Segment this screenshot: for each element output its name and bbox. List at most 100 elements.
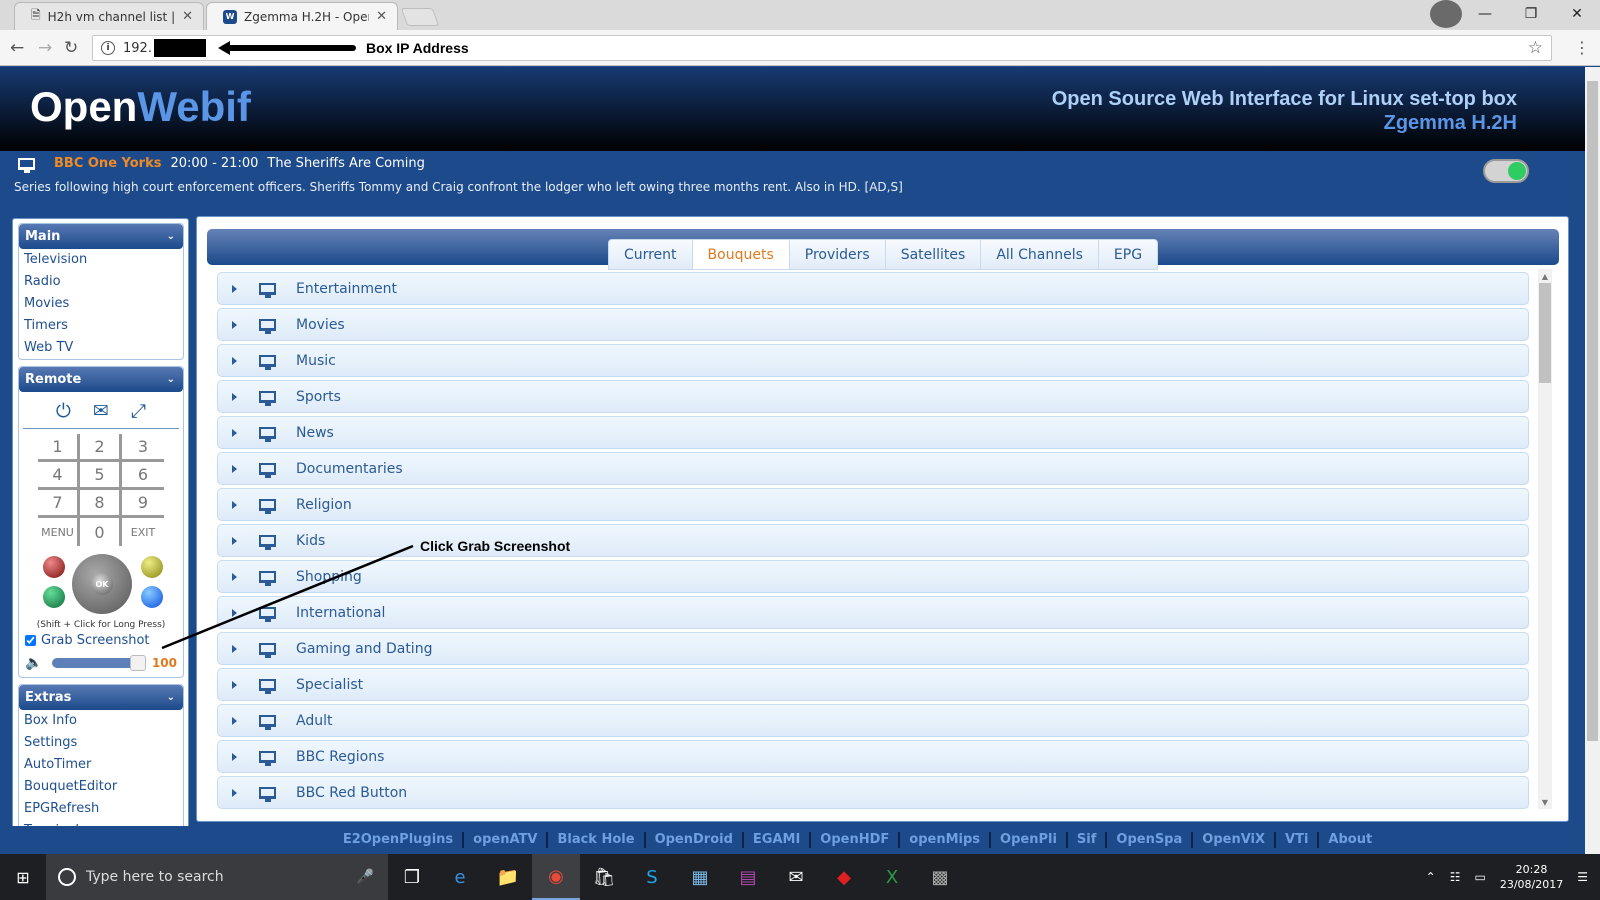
app-icon[interactable]: ▦ xyxy=(676,854,724,900)
expand-arrow-icon[interactable] xyxy=(232,788,237,797)
expand-arrow-icon[interactable] xyxy=(232,320,237,329)
key-5[interactable]: 5 xyxy=(80,462,122,490)
volume-thumb[interactable] xyxy=(129,655,146,671)
mail-icon[interactable]: ✉ xyxy=(93,400,109,422)
list-scrollbar[interactable]: ▲ ▼ xyxy=(1538,269,1552,809)
expand-arrow-icon[interactable] xyxy=(232,428,237,437)
file-explorer-icon[interactable]: 📁 xyxy=(484,854,532,900)
close-window-icon[interactable]: ✕ xyxy=(1554,0,1600,28)
close-tab-icon[interactable]: ✕ xyxy=(376,9,387,24)
bouquet-row[interactable]: BBC Regions xyxy=(217,740,1529,773)
sidebar-item-autotimer[interactable]: AutoTimer xyxy=(19,754,183,776)
close-tab-icon[interactable]: ✕ xyxy=(182,9,193,24)
forward-icon[interactable]: → xyxy=(38,38,52,58)
taskbar-clock[interactable]: 20:28 23/08/2017 xyxy=(1500,862,1563,892)
scroll-up-icon[interactable]: ▲ xyxy=(1538,269,1552,283)
grab-screenshot-checkbox[interactable] xyxy=(25,635,36,646)
sidebar-item-box-info[interactable]: Box Info xyxy=(19,710,183,732)
bookmark-star-icon[interactable]: ☆ xyxy=(1528,38,1543,58)
back-icon[interactable]: ← xyxy=(10,38,24,58)
footer-link[interactable]: OpenViX xyxy=(1193,832,1277,848)
sidebar-item-web-tv[interactable]: Web TV xyxy=(19,337,183,359)
green-button[interactable] xyxy=(43,586,65,608)
scroll-thumb[interactable] xyxy=(1539,283,1551,383)
expand-arrow-icon[interactable] xyxy=(232,536,237,545)
expand-arrow-icon[interactable] xyxy=(232,284,237,293)
tab-all-channels[interactable]: All Channels xyxy=(980,239,1098,270)
expand-arrow-icon[interactable] xyxy=(232,644,237,653)
power-icon[interactable]: ⏻ xyxy=(56,400,71,422)
expand-arrow-icon[interactable] xyxy=(232,680,237,689)
expand-arrow-icon[interactable] xyxy=(232,392,237,401)
bouquet-row[interactable]: Adult xyxy=(217,704,1529,737)
page-scroll-thumb[interactable] xyxy=(1587,81,1598,741)
red-app-icon[interactable]: ◆ xyxy=(820,854,868,900)
skype-icon[interactable]: S xyxy=(628,854,676,900)
bouquet-row[interactable]: Shopping xyxy=(217,560,1529,593)
windows-start-icon[interactable]: ⊞ xyxy=(0,854,46,900)
bouquet-row[interactable]: Entertainment xyxy=(217,272,1529,305)
blue-button[interactable] xyxy=(141,586,163,608)
key-6[interactable]: 6 xyxy=(122,462,164,490)
footer-link[interactable]: OpenHDF xyxy=(811,832,901,848)
footer-link[interactable]: OpenDroid xyxy=(646,832,744,848)
sidebar-item-epgrefresh[interactable]: EPGRefresh xyxy=(19,798,183,820)
footer-link[interactable]: Sif xyxy=(1068,832,1108,848)
browser-tab[interactable]: 🗎 H2h vm channel list | Tec ✕ xyxy=(14,2,204,30)
key-9[interactable]: 9 xyxy=(122,490,164,518)
scroll-down-icon[interactable]: ▼ xyxy=(1538,795,1552,809)
expand-arrow-icon[interactable] xyxy=(232,572,237,581)
browser-tab-active[interactable]: W Zgemma H.2H - OpenWe ✕ xyxy=(206,2,398,30)
channel-name[interactable]: BBC One Yorks xyxy=(54,156,161,171)
notifications-icon[interactable]: ☰ xyxy=(1577,870,1588,884)
footer-link[interactable]: openATV xyxy=(464,832,549,848)
tab-satellites[interactable]: Satellites xyxy=(884,239,981,270)
excel-icon[interactable]: X xyxy=(868,854,916,900)
task-view-icon[interactable]: ❐ xyxy=(388,854,436,900)
sidebar-item-timers[interactable]: Timers xyxy=(19,315,183,337)
expand-arrow-icon[interactable] xyxy=(232,356,237,365)
key-exit[interactable]: EXIT xyxy=(122,518,164,546)
bouquet-row[interactable]: Religion xyxy=(217,488,1529,521)
bouquet-row[interactable]: News xyxy=(217,416,1529,449)
grab-screenshot-label[interactable]: Grab Screenshot xyxy=(41,633,150,648)
sidebar-item-settings[interactable]: Settings xyxy=(19,732,183,754)
browser-menu-icon[interactable]: ⋮ xyxy=(1574,38,1590,57)
expand-arrow-icon[interactable] xyxy=(232,464,237,473)
tab-bouquets[interactable]: Bouquets xyxy=(691,239,789,270)
bouquet-row[interactable]: Gaming and Dating xyxy=(217,632,1529,665)
bouquet-row[interactable]: International xyxy=(217,596,1529,629)
key-0[interactable]: 0 xyxy=(80,518,122,546)
chrome-icon[interactable]: ◉ xyxy=(532,854,580,900)
footer-link[interactable]: EGAMI xyxy=(744,832,812,848)
speaker-icon[interactable]: 🔈 xyxy=(25,655,42,671)
key-menu[interactable]: MENU xyxy=(38,518,80,546)
url-input[interactable]: i 192. Box IP Address ☆ xyxy=(92,35,1552,61)
key-3[interactable]: 3 xyxy=(122,434,164,462)
sidebar-item-movies[interactable]: Movies xyxy=(19,293,183,315)
info-icon[interactable]: i xyxy=(101,41,115,55)
bouquet-row[interactable]: Movies xyxy=(217,308,1529,341)
footer-link[interactable]: E2OpenPlugins xyxy=(334,832,465,848)
new-tab-button[interactable] xyxy=(400,8,440,26)
footer-link[interactable]: Black Hole xyxy=(548,832,646,848)
key-1[interactable]: 1 xyxy=(38,434,80,462)
tab-epg[interactable]: EPG xyxy=(1097,239,1159,270)
ok-button[interactable]: OK xyxy=(91,573,113,595)
battery-icon[interactable]: ▭ xyxy=(1474,870,1485,884)
network-icon[interactable]: ☷ xyxy=(1450,870,1461,884)
bouquet-row[interactable]: BBC Red Button xyxy=(217,776,1529,809)
fullscreen-icon[interactable]: ⤢ xyxy=(131,400,146,422)
extras-menu-header[interactable]: Extras ⌄ xyxy=(19,685,183,710)
sidebar-item-television[interactable]: Television xyxy=(19,249,183,271)
expand-arrow-icon[interactable] xyxy=(232,608,237,617)
mail-app-icon[interactable]: ✉ xyxy=(772,854,820,900)
key-8[interactable]: 8 xyxy=(80,490,122,518)
store-icon[interactable]: 🛍 xyxy=(580,854,628,900)
footer-link[interactable]: OpenSpa xyxy=(1107,832,1194,848)
taskbar-search[interactable]: Type here to search 🎤 xyxy=(46,854,388,900)
yellow-button[interactable] xyxy=(141,556,163,578)
reload-icon[interactable]: ↻ xyxy=(64,38,78,58)
other-app-icon[interactable]: ▩ xyxy=(916,854,964,900)
footer-link[interactable]: About xyxy=(1319,832,1381,848)
